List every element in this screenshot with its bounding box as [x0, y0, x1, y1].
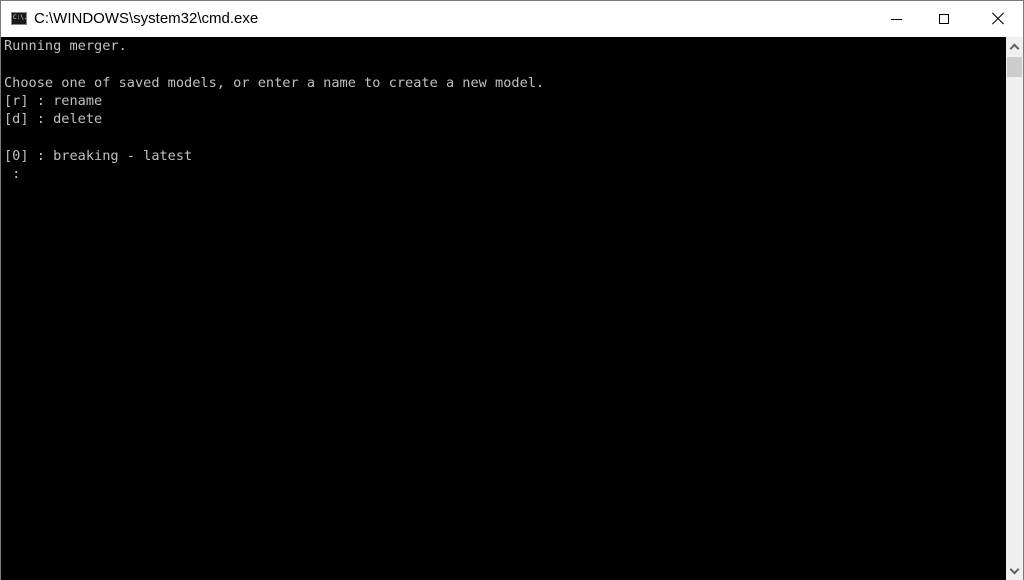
app-icon-glyph: C:\. — [13, 14, 28, 21]
chevron-down-icon — [1009, 564, 1020, 574]
console-output[interactable]: Running merger. Choose one of saved model… — [1, 37, 1006, 580]
console-line: Running merger. — [4, 38, 127, 54]
console-line: [r] : rename — [4, 92, 103, 109]
minimize-button[interactable] — [873, 1, 919, 37]
minimize-icon — [890, 18, 902, 20]
chevron-up-icon — [1009, 43, 1020, 53]
console-line: [0] : breaking - latest — [4, 147, 193, 164]
scroll-down-button[interactable] — [1006, 562, 1023, 580]
console-text: Running merger. Choose one of saved model… — [1, 37, 1006, 183]
console-line: Choose one of saved models, or enter a n… — [4, 74, 545, 91]
scroll-up-button[interactable] — [1006, 37, 1023, 55]
cmd-window: C:\. C:\WINDOWS\system32\cmd.exe Running… — [0, 0, 1024, 580]
console-line: [d] : delete — [4, 111, 103, 128]
scrollbar-thumb[interactable] — [1007, 57, 1022, 77]
cmd-app-icon[interactable]: C:\. — [11, 12, 27, 25]
maximize-icon — [939, 14, 949, 24]
window-title: C:\WINDOWS\system32\cmd.exe — [34, 10, 259, 27]
close-icon — [991, 12, 1005, 26]
close-button[interactable] — [975, 1, 1021, 37]
vertical-scrollbar[interactable] — [1006, 37, 1023, 580]
maximize-button[interactable] — [921, 1, 967, 37]
title-bar[interactable]: C:\. C:\WINDOWS\system32\cmd.exe — [1, 1, 1023, 37]
console-prompt-line[interactable]: : — [4, 165, 1006, 183]
